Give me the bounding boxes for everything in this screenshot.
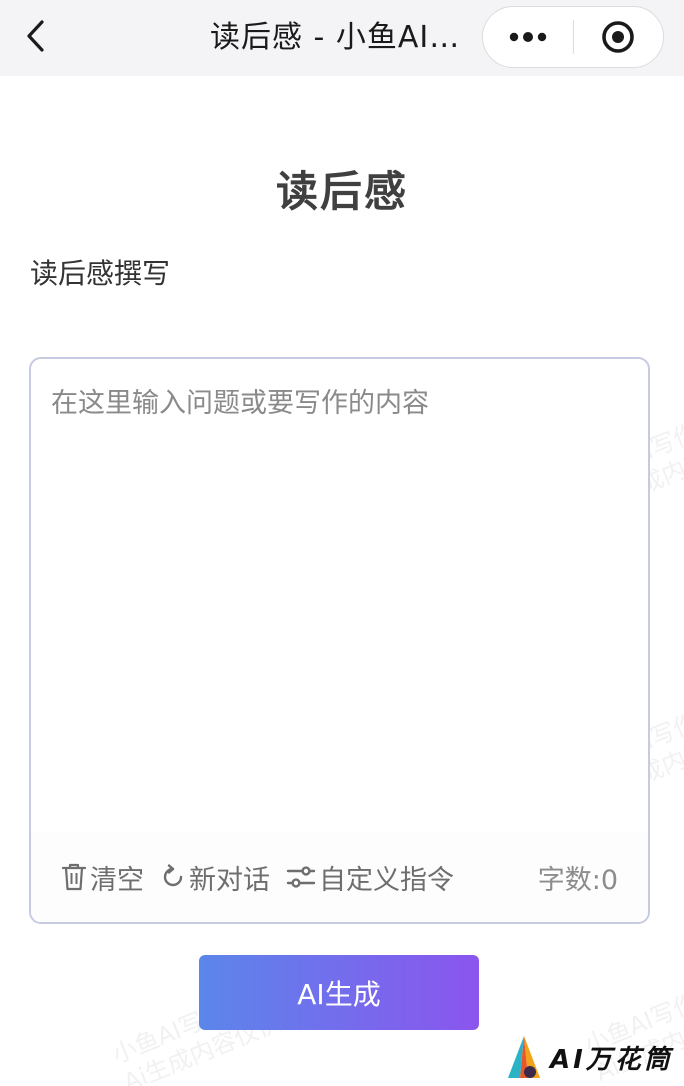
more-button[interactable] xyxy=(483,7,573,67)
corner-logo-text: AI万花筒 xyxy=(550,1044,673,1075)
target-icon xyxy=(602,21,635,53)
editor-toolbar: 清空 新对话 自定义指令 字数:0 xyxy=(31,832,648,922)
back-button[interactable] xyxy=(14,14,58,58)
sliders-icon xyxy=(286,866,316,888)
chevron-left-icon xyxy=(27,20,44,52)
page-subtitle: 读后感撰写 xyxy=(30,257,171,290)
navigation-bar: 读后感 - 小鱼AI写作 xyxy=(0,0,684,76)
close-miniprogram-button[interactable] xyxy=(574,7,664,67)
editor-box: 清空 新对话 自定义指令 字数:0 xyxy=(29,357,650,924)
custom-instruction-button[interactable]: 自定义指令 xyxy=(286,858,454,897)
more-dots-icon xyxy=(509,32,546,42)
clear-button[interactable]: 清空 xyxy=(61,858,144,897)
trash-icon xyxy=(61,863,87,891)
ai-generate-button[interactable]: AI生成 xyxy=(199,955,479,1030)
custom-instruction-label: 自定义指令 xyxy=(319,864,454,896)
page: 小鱼AI写作 Ai生成内容仅供参考 小鱼AI写作 Ai生成内容仅供参考 小鱼AI… xyxy=(0,0,684,1086)
clear-label: 清空 xyxy=(90,864,144,896)
nav-title: 读后感 - 小鱼AI写作 xyxy=(210,20,472,55)
capsule-menu xyxy=(482,6,664,68)
corner-logo: AI万花筒 xyxy=(504,1032,674,1082)
logo-mark-icon xyxy=(508,1036,540,1078)
prompt-input[interactable] xyxy=(31,359,648,829)
word-count: 字数:0 xyxy=(537,864,618,896)
new-chat-label: 新对话 xyxy=(189,864,270,896)
page-title: 读后感 xyxy=(275,167,408,216)
new-chat-button[interactable]: 新对话 xyxy=(160,858,270,897)
refresh-icon xyxy=(163,864,183,887)
